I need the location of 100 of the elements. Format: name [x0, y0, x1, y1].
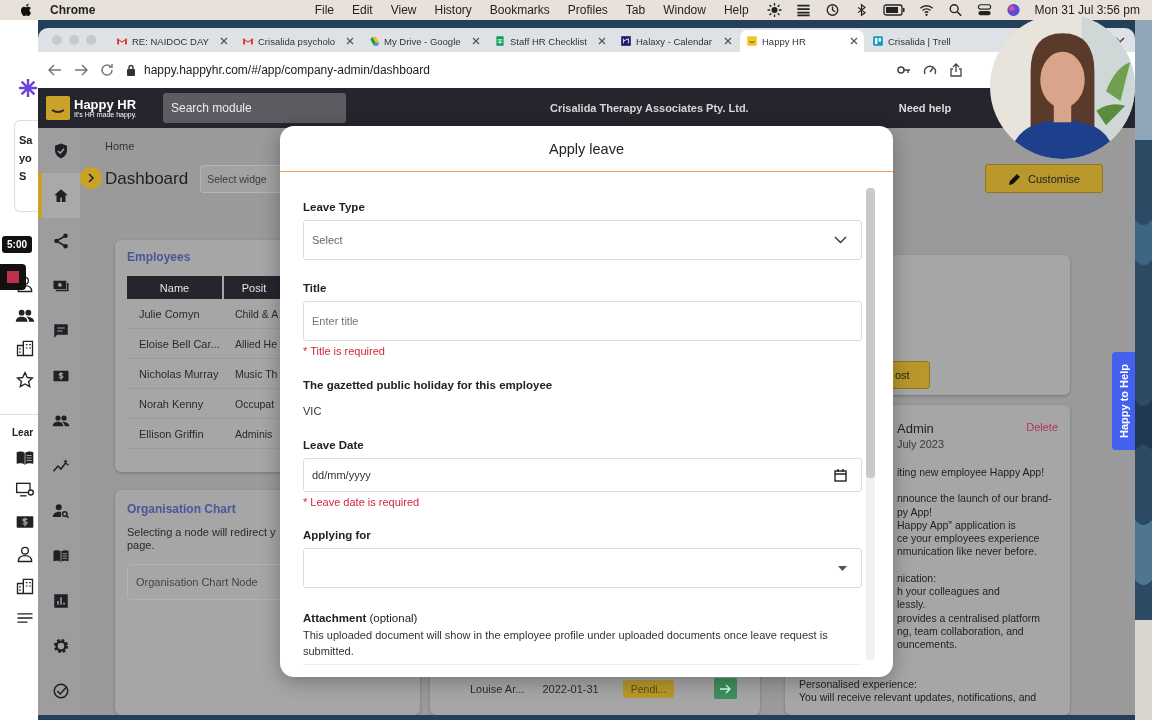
address-bar-url[interactable]: happy.happyhr.com/#/app/company-admin/dashboard: [144, 63, 430, 77]
person-search-icon[interactable]: [52, 501, 70, 520]
help-tab[interactable]: Happy to Help: [1112, 352, 1135, 450]
stacked-bars-icon[interactable]: [795, 3, 811, 17]
browser-tab[interactable]: Crisalida | Trell: [866, 30, 957, 52]
post-text: ng, team collaboration, and: [897, 624, 1025, 639]
table-cell-text: Nicholas Murray: [138, 367, 220, 380]
nav-item[interactable]: [38, 173, 80, 218]
bar-chart-icon[interactable]: [52, 591, 70, 610]
building-icon[interactable]: [15, 576, 35, 596]
pencil-icon: [1008, 171, 1022, 186]
menu-item[interactable]: File: [314, 3, 334, 17]
check-circle-icon[interactable]: [52, 681, 70, 700]
card-title: Employees: [127, 250, 192, 264]
table-cell-text: Occupat: [234, 397, 275, 410]
menu-item[interactable]: History: [434, 3, 472, 17]
person-icon[interactable]: [15, 544, 35, 564]
menubar-clock[interactable]: Mon 31 Jul 3:56 pm: [1034, 3, 1140, 17]
table-cell-text: Music Th: [234, 367, 278, 380]
browser-tab[interactable]: Halaxy - Calendar: [614, 30, 738, 52]
share-icon[interactable]: [52, 231, 70, 250]
scrollbar[interactable]: [866, 188, 875, 660]
field-label: The gazetted public holiday for this employee: [303, 379, 554, 391]
card-description: Selecting a node will redirect y page.: [127, 526, 276, 552]
lock-icon[interactable]: [126, 64, 136, 76]
menu-item[interactable]: Window: [663, 3, 706, 17]
select-field[interactable]: [303, 548, 862, 588]
company-name: Crisalida Therapy Associates Pty. Ltd.: [550, 102, 749, 114]
title-input[interactable]: Enter title: [303, 301, 862, 341]
gauge-icon[interactable]: [923, 63, 937, 77]
stop-button[interactable]: [0, 264, 26, 290]
table-cell-text: Julie Comyn: [138, 307, 201, 320]
search-icon[interactable]: [947, 3, 963, 17]
browser-tab[interactable]: Staff HR Checklist: [488, 30, 612, 52]
close-icon[interactable]: [598, 37, 606, 45]
shield-check-icon[interactable]: [52, 141, 70, 160]
battery-icon[interactable]: [882, 3, 905, 17]
spreadsheet-icon: [494, 35, 506, 47]
field-label: Title: [303, 282, 328, 294]
monitor-icon[interactable]: [15, 480, 35, 500]
post-text: ouncements.: [897, 638, 959, 652]
post-text: nnounce the launch of our brand-: [897, 492, 1053, 506]
table-cell-text: Eloise Bell Car...: [138, 337, 221, 350]
triangle-icon: [368, 35, 380, 47]
field-label: Applying for: [303, 529, 372, 541]
orb-icon[interactable]: [1005, 3, 1021, 17]
column-header[interactable]: Name: [127, 276, 222, 299]
chat-icon[interactable]: [52, 321, 70, 340]
browser-tab[interactable]: Happy HR: [740, 30, 864, 52]
smile-logo-icon[interactable]: [46, 96, 70, 120]
close-icon[interactable]: [220, 37, 228, 45]
clock-icon[interactable]: [824, 3, 840, 17]
board-icon: [872, 35, 884, 47]
menu-item[interactable]: View: [390, 3, 417, 17]
menu-item[interactable]: Tab: [625, 3, 646, 17]
menu-item[interactable]: Profiles: [567, 3, 608, 17]
back-icon[interactable]: [48, 63, 62, 77]
star-icon[interactable]: [15, 370, 35, 390]
logo-name: Happy HR: [74, 97, 137, 111]
settings-icon[interactable]: [52, 636, 70, 655]
customise-button[interactable]: Customise: [985, 164, 1103, 193]
browser-tab[interactable]: Crisalida psycholo: [236, 30, 360, 52]
building-icon[interactable]: [15, 338, 35, 358]
brightness-icon[interactable]: [766, 3, 782, 17]
key-icon[interactable]: [897, 63, 911, 77]
close-icon[interactable]: [346, 37, 354, 45]
date-field[interactable]: dd/mm/yyyy: [303, 458, 862, 492]
wifi-icon[interactable]: [918, 3, 934, 17]
help-link[interactable]: Need help: [898, 102, 952, 114]
post-text: Personalised experience:: [799, 677, 918, 691]
chevron-down-icon: [834, 236, 847, 244]
apple-logo-icon[interactable]: [20, 3, 32, 17]
status-badge: Pendi...: [622, 679, 675, 698]
table-cell-text: Allied He: [234, 337, 278, 350]
menu-item[interactable]: Help: [723, 3, 749, 17]
arrow-button[interactable]: [714, 678, 738, 699]
post-text: lessly.: [897, 598, 927, 612]
control-center-icon[interactable]: [976, 3, 992, 17]
close-icon[interactable]: [850, 37, 858, 45]
app-menu[interactable]: Chrome: [50, 3, 297, 17]
browser-tab[interactable]: RE: NAIDOC DAY: [110, 30, 234, 52]
table-cell-text: Adminis: [234, 427, 273, 440]
forward-icon[interactable]: [74, 63, 88, 77]
field-label: Attachment (optional): [303, 612, 419, 624]
close-icon[interactable]: [724, 37, 732, 45]
post-text: ce your employees experience: [897, 532, 1041, 546]
timer-badge: 5:00: [2, 236, 32, 253]
search-field[interactable]: Search module: [163, 93, 346, 123]
share-icon[interactable]: [949, 63, 963, 77]
menu-item[interactable]: Bookmarks: [489, 3, 550, 17]
select-field[interactable]: Select: [303, 220, 862, 260]
error-message: * Title is required: [303, 345, 386, 357]
close-icon[interactable]: [472, 37, 480, 45]
card-text: S: [19, 169, 28, 184]
section-heading: Lear: [12, 427, 34, 438]
menu-item[interactable]: Edit: [352, 3, 373, 17]
browser-tab[interactable]: My Drive - Google: [362, 30, 486, 52]
arrow-right-icon: [719, 683, 732, 694]
reload-icon[interactable]: [100, 63, 114, 77]
card-text: Sa: [19, 133, 34, 148]
